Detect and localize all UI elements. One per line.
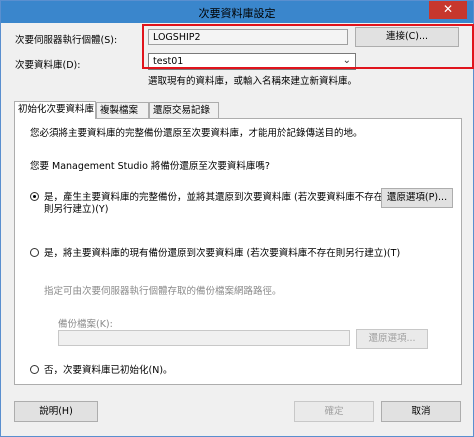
backup-file-label: 備份檔案(K): xyxy=(58,319,113,330)
tab-initialize-secondary[interactable]: 初始化次要資料庫 xyxy=(14,101,96,119)
option-existing-backup-label[interactable]: 是，將主要資料庫的現有備份還原到次要資料庫 (若次要資料庫不存在則另行建立)(T… xyxy=(44,245,400,259)
initialize-tab-panel: 您必須將主要資料庫的完整備份還原至次要資料庫，才能用於記錄傳送目的地。 您要 M… xyxy=(14,118,462,385)
tab-copy-files[interactable]: 複製檔案 xyxy=(96,102,149,118)
backup-path-hint: 指定可由次要伺服器執行個體存取的備份檔案網路路徑。 xyxy=(44,286,282,297)
database-hint: 選取現有的資料庫，或輸入名稱來建立新資料庫。 xyxy=(148,76,358,87)
annotation-highlight-box xyxy=(142,24,474,69)
restore-options-button[interactable]: 還原選項(P)... xyxy=(381,188,453,208)
option-generate-backup-label-line2[interactable]: 則另行建立)(Y) xyxy=(44,201,108,215)
cancel-button[interactable]: 取消 xyxy=(381,401,461,422)
option-already-initialized-radio[interactable] xyxy=(30,365,39,374)
close-icon: ✕ xyxy=(442,2,454,16)
secondary-server-label: 次要伺服器執行個體(S): xyxy=(15,35,118,46)
init-intro-text: 您必須將主要資料庫的完整備份還原至次要資料庫，才能用於記錄傳送目的地。 xyxy=(30,128,363,139)
backup-file-field[interactable] xyxy=(58,330,350,346)
tab-restore-transaction-log[interactable]: 還原交易記錄 xyxy=(149,102,219,118)
ok-button[interactable]: 確定 xyxy=(294,401,374,422)
option-already-initialized-label[interactable]: 否，次要資料庫已初始化(N)。 xyxy=(44,362,173,376)
secondary-db-settings-dialog: 次要資料庫設定 ✕ 次要伺服器執行個體(S): LOGSHIP2 連接(C)..… xyxy=(0,0,474,437)
title-bar: 次要資料庫設定 ✕ xyxy=(1,1,473,23)
help-button[interactable]: 說明(H) xyxy=(14,401,98,422)
option-generate-backup-radio[interactable] xyxy=(30,192,39,201)
secondary-database-label: 次要資料庫(D): xyxy=(15,60,81,71)
close-button[interactable]: ✕ xyxy=(429,1,467,19)
option-existing-backup-radio[interactable] xyxy=(30,248,39,257)
restore-options-button-disabled[interactable]: 還原選項... xyxy=(356,329,428,349)
init-question-text: 您要 Management Studio 將備份還原至次要資料庫嗎? xyxy=(30,161,270,172)
dialog-title: 次要資料庫設定 xyxy=(198,7,276,20)
